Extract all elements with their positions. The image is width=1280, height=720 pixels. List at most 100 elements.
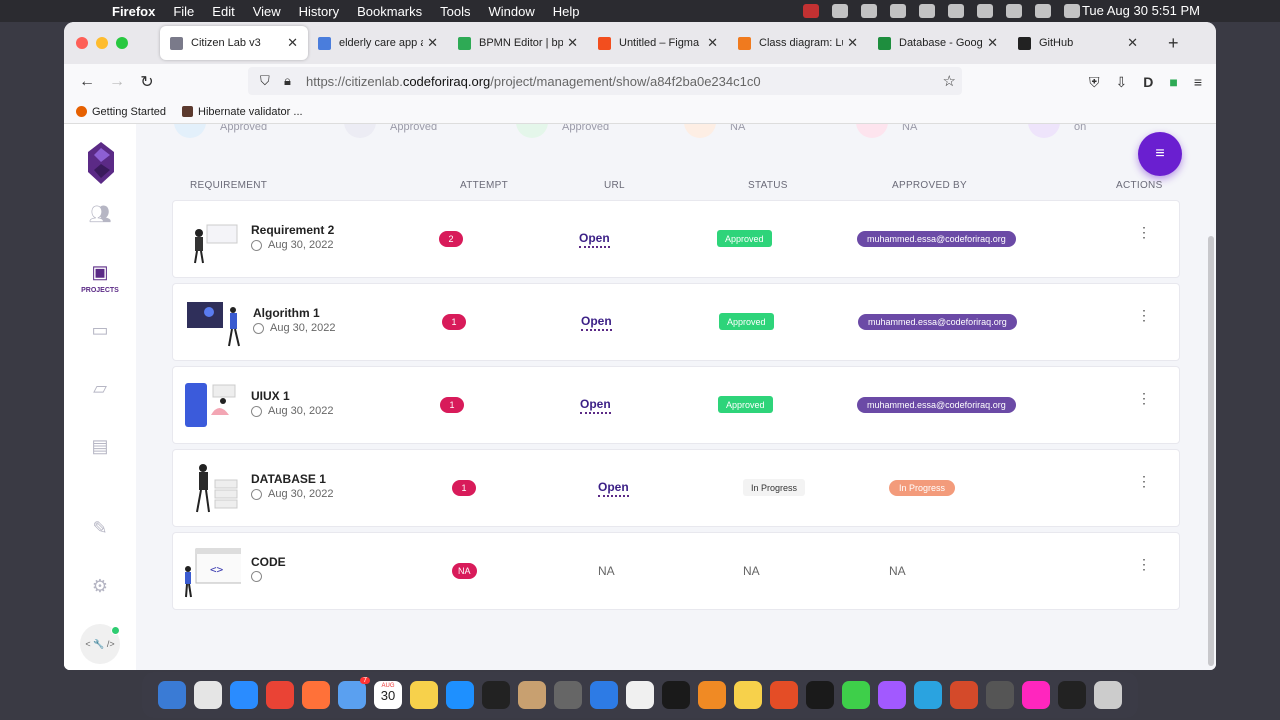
bookmark-star-icon[interactable]: ☆ — [943, 72, 956, 90]
dock-app-icon[interactable] — [518, 681, 546, 709]
table-row[interactable]: Algorithm 1 Aug 30, 2022 1 Open Approved… — [172, 283, 1180, 361]
dock-app-icon[interactable] — [410, 681, 438, 709]
settings-gear-icon[interactable]: ⚙ — [64, 576, 136, 597]
hamburger-menu-icon[interactable]: ≡ — [1194, 74, 1202, 91]
menu-edit[interactable]: Edit — [212, 4, 234, 19]
dock-app-icon[interactable] — [770, 681, 798, 709]
bluetooth-icon[interactable] — [948, 4, 964, 18]
close-tab-icon[interactable]: ✕ — [847, 35, 858, 51]
table-row[interactable]: Requirement 2 Aug 30, 2022 2 Open Approv… — [172, 200, 1180, 278]
url-bar[interactable]: ⛉ 🔒︎ https://citizenlab.codeforiraq.org/… — [248, 67, 962, 95]
dock-app-icon[interactable] — [626, 681, 654, 709]
users-icon[interactable]: 👥︎ — [64, 204, 136, 225]
menu-help[interactable]: Help — [553, 4, 580, 19]
close-tab-icon[interactable]: ✕ — [707, 35, 718, 51]
back-arrow-icon[interactable]: ← — [72, 73, 102, 91]
close-tab-icon[interactable]: ✕ — [987, 35, 998, 51]
tab-bpmn-editor[interactable]: BPMN Editor | bpm ✕ — [448, 26, 588, 60]
bookmark-getting-started[interactable]: Getting Started — [76, 106, 166, 118]
menu-file[interactable]: File — [173, 4, 194, 19]
sidebar-item-projects[interactable]: ▣ PROJECTS — [64, 262, 136, 294]
close-tab-icon[interactable]: ✕ — [1127, 35, 1138, 51]
dock-app-icon[interactable] — [806, 681, 834, 709]
minimize-window-button[interactable] — [96, 37, 108, 49]
avatar[interactable]: < 🔧 /> — [80, 624, 120, 664]
battery-icon[interactable] — [977, 4, 993, 18]
download-icon[interactable]: ⇩ — [1116, 74, 1128, 91]
dock-app-icon[interactable] — [230, 681, 258, 709]
menu-window[interactable]: Window — [489, 4, 535, 19]
input-source-icon[interactable] — [919, 4, 935, 18]
dock-app-icon[interactable] — [266, 681, 294, 709]
more-actions-icon[interactable]: ⋮ — [1137, 391, 1151, 405]
extension-green-icon[interactable]: ■ — [1169, 74, 1177, 91]
close-tab-icon[interactable]: ✕ — [567, 35, 578, 51]
citizen-lab-logo[interactable] — [88, 142, 114, 184]
zoom-window-button[interactable] — [116, 37, 128, 49]
dock-app-icon[interactable]: 7 — [338, 677, 370, 709]
open-link[interactable]: Open — [579, 231, 610, 248]
more-actions-icon[interactable]: ⋮ — [1137, 225, 1151, 239]
lock-icon[interactable]: 🔒︎ — [284, 73, 298, 89]
dock-app-icon[interactable] — [662, 681, 690, 709]
bookmark-hibernate[interactable]: Hibernate validator ... — [182, 106, 303, 118]
dock-app-icon[interactable] — [1022, 681, 1050, 709]
screen-icon[interactable] — [832, 4, 848, 18]
more-actions-icon[interactable]: ⋮ — [1137, 557, 1151, 571]
open-link[interactable]: Open — [581, 314, 612, 331]
airplay-icon[interactable]: ▱ — [64, 378, 136, 399]
menu-tools[interactable]: Tools — [440, 4, 470, 19]
tab-database[interactable]: Database - Google ✕ — [868, 26, 1008, 60]
dock-app-icon[interactable] — [482, 681, 510, 709]
more-actions-icon[interactable]: ⋮ — [1137, 308, 1151, 322]
tab-citizen-lab[interactable]: Citizen Lab v3 ✕ — [160, 26, 308, 60]
wifi-icon[interactable] — [1006, 4, 1022, 18]
close-tab-icon[interactable]: ✕ — [427, 35, 438, 51]
dock-app-icon[interactable] — [302, 681, 330, 709]
shield-icon[interactable]: ⛉ — [260, 73, 274, 89]
dock-app-icon[interactable] — [1094, 681, 1122, 709]
menu-history[interactable]: History — [299, 4, 339, 19]
table-row[interactable]: <> CODE NA NA NA NA ⋮ — [172, 532, 1180, 610]
dock-app-icon[interactable] — [842, 681, 870, 709]
open-link[interactable]: Open — [598, 480, 629, 497]
close-tab-icon[interactable]: ✕ — [287, 35, 298, 51]
moon-icon[interactable] — [861, 4, 877, 18]
dock-app-icon[interactable] — [194, 681, 222, 709]
volume-icon[interactable] — [890, 4, 906, 18]
dock-app-icon[interactable] — [914, 681, 942, 709]
open-link[interactable]: Open — [580, 397, 611, 414]
dock-app-icon[interactable] — [1058, 681, 1086, 709]
tab-class-diagram[interactable]: Class diagram: Luc ✕ — [728, 26, 868, 60]
dock-app-icon[interactable] — [158, 681, 186, 709]
menubar-clock[interactable]: Tue Aug 30 5:51 PM — [1082, 3, 1200, 18]
document-icon[interactable]: ▤ — [64, 436, 136, 457]
table-row[interactable]: DATABASE 1 Aug 30, 2022 1 Open In Progre… — [172, 449, 1180, 527]
app-menu[interactable]: Firefox — [112, 4, 155, 19]
menu-view[interactable]: View — [253, 4, 281, 19]
dock-app-icon[interactable] — [554, 681, 582, 709]
dock-app-icon[interactable]: AUG 30 — [374, 681, 402, 709]
record-icon[interactable] — [803, 4, 819, 18]
spotlight-icon[interactable] — [1035, 4, 1051, 18]
menu-bookmarks[interactable]: Bookmarks — [357, 4, 422, 19]
dock-app-icon[interactable] — [986, 681, 1014, 709]
forward-arrow-icon[interactable]: → — [102, 73, 132, 91]
dock-app-icon[interactable] — [950, 681, 978, 709]
control-center-icon[interactable] — [1064, 4, 1080, 18]
dock-app-icon[interactable] — [734, 681, 762, 709]
new-tab-icon[interactable]: + — [1168, 33, 1179, 54]
close-window-button[interactable] — [76, 37, 88, 49]
dock-app-icon[interactable] — [590, 681, 618, 709]
more-actions-icon[interactable]: ⋮ — [1137, 474, 1151, 488]
pen-tool-icon[interactable]: ✎ — [64, 518, 136, 539]
table-row[interactable]: UIUX 1 Aug 30, 2022 1 Open Approved muha… — [172, 366, 1180, 444]
reload-icon[interactable]: ↻ — [132, 72, 162, 92]
monitor-icon[interactable]: ▭ — [64, 320, 136, 341]
dock-app-icon[interactable] — [878, 681, 906, 709]
extension-d-icon[interactable]: D — [1143, 74, 1153, 91]
pocket-icon[interactable]: ⛨ — [1089, 74, 1100, 91]
dock-app-icon[interactable] — [698, 681, 726, 709]
floating-menu-button[interactable]: ≡ — [1138, 132, 1182, 176]
tab-github[interactable]: GitHub ✕ — [1008, 26, 1148, 60]
